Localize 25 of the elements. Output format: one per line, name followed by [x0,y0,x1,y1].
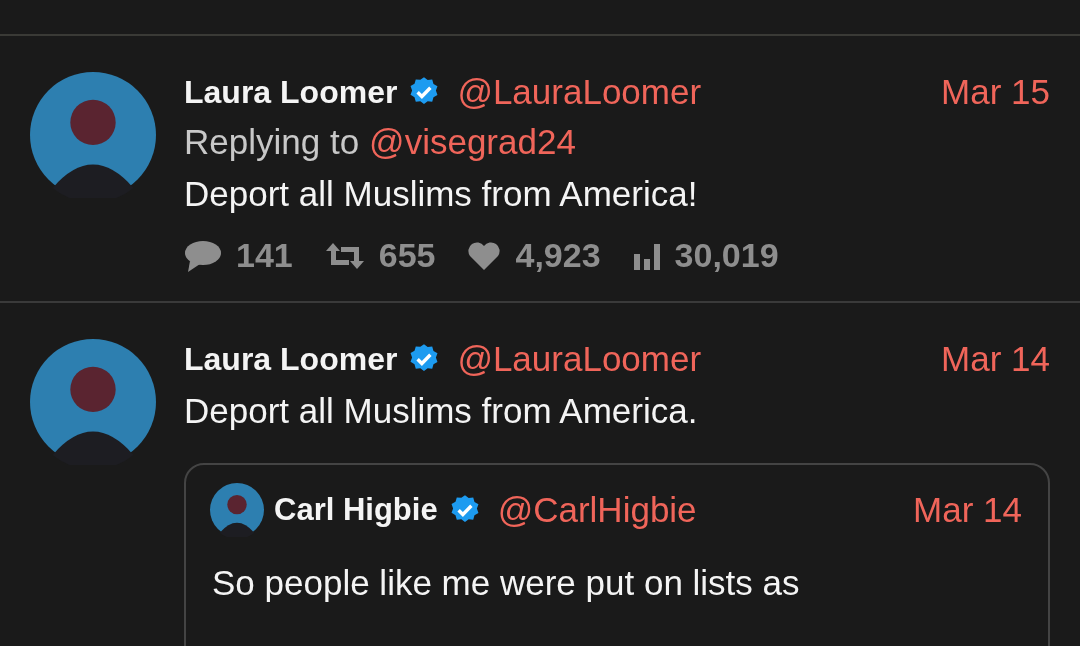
avatar[interactable] [30,72,156,198]
author-handle[interactable]: @CarlHigbie [497,490,697,530]
tweet-text: Deport all Muslims from America! [184,174,699,214]
comment-icon[interactable] [184,238,222,273]
avatar[interactable] [30,339,156,465]
tweet-date[interactable]: Mar 14 [913,490,1022,530]
author-handle[interactable]: @LauraLoomer [457,339,702,379]
stat-count: 655 [378,236,436,275]
quoted-tweet-card[interactable]: Carl Higbie @CarlHigbie Mar 14 So people like me were put on lists as [184,463,1050,646]
tweet-date[interactable]: Mar 14 [941,339,1050,379]
author-name[interactable]: Carl Higbie [274,492,438,528]
heart-icon[interactable] [467,240,502,271]
tweet-text: So people like me were put on lists as [212,563,801,603]
replying-label: Replying to [184,122,360,162]
tweet-text: Deport all Muslims from America. [184,391,699,431]
author-name[interactable]: Laura Loomer [184,340,398,378]
stat-count: 141 [236,236,293,275]
reply-mention-link[interactable]: @visegrad24 [369,122,576,162]
bar-chart-icon[interactable] [632,241,661,270]
stat-count: 30,019 [674,236,779,275]
author-name[interactable]: Laura Loomer [184,73,398,111]
stat-count: 4,923 [515,236,601,275]
author-handle[interactable]: @LauraLoomer [457,72,702,112]
avatar[interactable] [210,483,264,537]
tweet-date[interactable]: Mar 15 [941,72,1050,112]
